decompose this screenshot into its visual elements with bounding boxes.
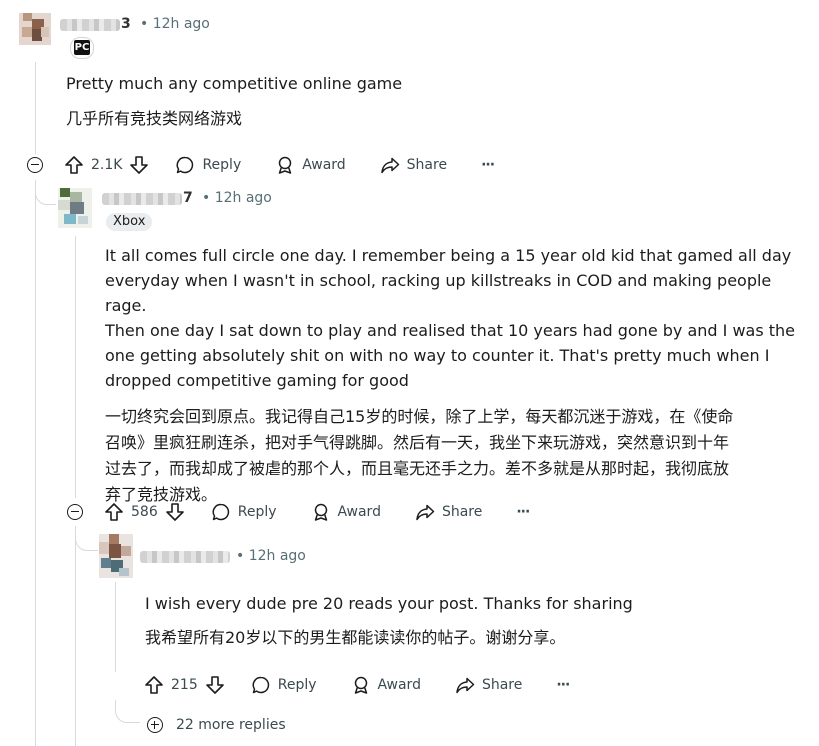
timestamp: • 12h ago	[202, 190, 272, 206]
comment-text: Pretty much any competitive online game	[66, 74, 403, 93]
more-replies-link[interactable]: 22 more replies	[176, 717, 286, 733]
comment-actions: 215 Reply Award Share ···	[144, 673, 570, 697]
comment-text-line: dropped competitive gaming for good	[105, 371, 409, 390]
username-suffix[interactable]: 7	[183, 190, 193, 206]
vote-count: 2.1K	[91, 157, 123, 173]
avatar[interactable]	[19, 13, 51, 45]
share-button[interactable]: Share	[415, 502, 482, 522]
username[interactable]	[60, 19, 120, 31]
share-icon	[456, 677, 475, 694]
flair-badge: Xbox	[106, 213, 153, 231]
vote-group: 215	[144, 675, 225, 695]
reply-label: Reply	[237, 504, 277, 520]
share-label: Share	[481, 677, 523, 693]
thread-line-level2-children	[75, 526, 76, 746]
award-label: Award	[377, 677, 421, 693]
share-label: Share	[441, 504, 483, 520]
comment-actions: 586 Reply Award Share ···	[104, 500, 530, 524]
comment-body: I wish every dude pre 20 reads your post…	[145, 591, 805, 651]
thread-line-level3	[115, 582, 116, 672]
username-suffix[interactable]: 3	[121, 16, 131, 32]
comment-text: I wish every dude pre 20 reads your post…	[145, 594, 633, 613]
timestamp: • 12h ago	[140, 16, 210, 32]
comment-text-line: one getting absolutely shit on with no w…	[105, 346, 770, 365]
thread-branch	[35, 186, 56, 205]
reply-button[interactable]: Reply	[251, 675, 317, 695]
reply-button[interactable]: Reply	[175, 155, 241, 175]
thread-line-root	[35, 62, 36, 154]
comment-body: Pretty much any competitive online game …	[66, 71, 786, 132]
upvote-icon[interactable]	[64, 155, 84, 175]
share-button[interactable]: Share	[455, 675, 522, 695]
comment-text-line: everyday when I wasn't in school, rackin…	[105, 271, 772, 315]
vote-group: 2.1K	[64, 155, 149, 175]
vote-count: 215	[171, 677, 198, 693]
share-icon	[416, 504, 435, 521]
comment-text-line: Then one day I sat down to play and real…	[105, 321, 796, 340]
timestamp: • 12h ago	[236, 548, 306, 564]
collapse-thread-button[interactable]	[67, 504, 83, 520]
vote-count: 586	[131, 504, 158, 520]
thread-line-root-children	[35, 180, 36, 746]
collapse-thread-button[interactable]	[27, 157, 43, 173]
comment-text-line: It all comes full circle one day. I reme…	[105, 246, 792, 265]
upvote-icon[interactable]	[104, 502, 124, 522]
comment-translation: 我希望所有20岁以下的男生都能读读你的帖子。谢谢分享。	[145, 628, 566, 647]
comment-translation-line: 过去了，而我却成了被虐的那个人，而且毫无还手之力。差不多就是从那时起，我彻底放	[105, 459, 730, 478]
username[interactable]	[140, 551, 230, 563]
username[interactable]	[102, 193, 182, 205]
comment-translation-line: 召唤》里疯狂刷连杀，把对手气得跳脚。然后有一天，我坐下来玩游戏，突然意识到十年	[105, 433, 730, 452]
reply-label: Reply	[202, 157, 242, 173]
avatar[interactable]	[99, 534, 133, 578]
comment-bubble-icon	[176, 156, 194, 174]
award-label: Award	[337, 504, 381, 520]
vote-group: 586	[104, 502, 185, 522]
downvote-icon[interactable]	[129, 155, 149, 175]
avatar[interactable]	[58, 188, 92, 228]
share-button[interactable]: Share	[380, 155, 447, 175]
award-button[interactable]: Award	[311, 502, 381, 522]
award-icon	[354, 676, 367, 694]
expand-replies-icon[interactable]	[147, 717, 163, 733]
reply-label: Reply	[277, 677, 317, 693]
downvote-icon[interactable]	[165, 502, 185, 522]
reply-button[interactable]: Reply	[211, 502, 277, 522]
flair-badge: PC	[70, 37, 94, 59]
comment-body: It all comes full circle one day. I reme…	[105, 243, 805, 508]
more-options-icon[interactable]: ···	[516, 504, 530, 520]
thread-branch	[115, 700, 140, 723]
share-label: Share	[406, 157, 448, 173]
award-icon	[314, 503, 327, 521]
comment-actions: 2.1K Reply Award Share ···	[64, 153, 495, 177]
thread-line-level2	[75, 236, 76, 498]
pc-icon: PC	[74, 40, 90, 55]
more-options-icon[interactable]: ···	[556, 677, 570, 693]
more-options-icon[interactable]: ···	[481, 157, 495, 173]
upvote-icon[interactable]	[144, 675, 164, 695]
comment-bubble-icon	[212, 503, 229, 521]
comment-bubble-icon	[252, 676, 269, 694]
award-label: Award	[302, 157, 346, 173]
share-icon	[380, 157, 399, 174]
downvote-icon[interactable]	[205, 675, 225, 695]
comment-translation: 几乎所有竞技类网络游戏	[66, 109, 243, 128]
comment-translation-line: 一切终究会回到原点。我记得自己15岁的时候，除了上学，每天都沉迷于游戏，在《使命	[105, 407, 734, 426]
award-button[interactable]: Award	[275, 155, 346, 175]
award-icon	[278, 156, 292, 174]
thread-branch	[75, 528, 98, 551]
award-button[interactable]: Award	[351, 675, 421, 695]
